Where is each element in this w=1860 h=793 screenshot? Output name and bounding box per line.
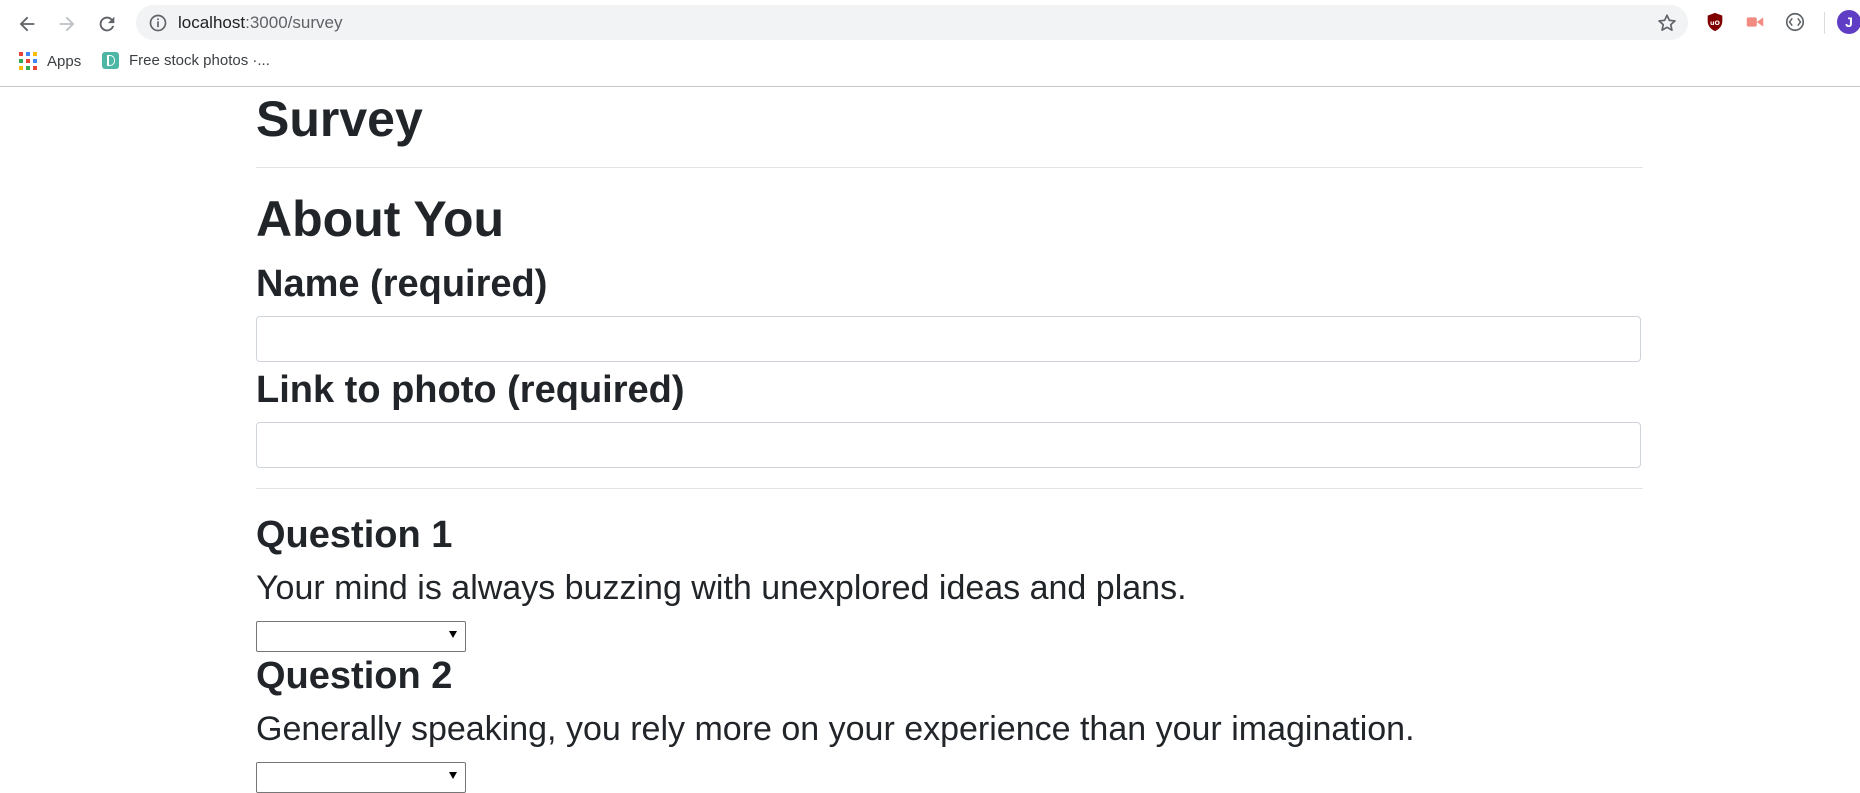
bookmark-label: Free stock photos ·... (129, 52, 270, 69)
arrow-right-icon (59, 16, 75, 32)
info-icon[interactable] (148, 13, 168, 33)
question-1-heading: Question 1 (256, 514, 453, 556)
browser-toolbar: localhost:3000/survey uO J Apps Free sto… (0, 0, 1860, 87)
video-extension-icon[interactable] (1743, 10, 1767, 34)
bookmark-free-stock-photos[interactable]: Free stock photos ·... (102, 52, 270, 69)
arrow-left-icon (19, 16, 35, 32)
question-2-select[interactable] (256, 762, 466, 793)
apps-grid-icon (19, 52, 37, 70)
name-input[interactable] (256, 316, 1641, 362)
question-1-text: Your mind is always buzzing with unexplo… (256, 569, 1187, 607)
name-label: Name (required) (256, 263, 548, 305)
site-favicon-icon (102, 52, 119, 69)
photo-link-input[interactable] (256, 422, 1641, 468)
section-title: About You (256, 191, 505, 247)
photo-link-label: Link to photo (required) (256, 369, 685, 411)
reload-icon (99, 16, 115, 32)
section-divider (256, 488, 1643, 489)
question-1-select[interactable] (256, 621, 466, 652)
page-title: Survey (256, 91, 423, 147)
ublock-icon[interactable]: uO (1703, 10, 1727, 34)
star-icon[interactable] (1656, 12, 1678, 34)
title-divider (256, 167, 1643, 168)
url-path: :3000/survey (245, 13, 343, 32)
url-host: localhost (178, 13, 246, 32)
forward-button[interactable] (51, 8, 83, 40)
svg-text:uO: uO (1710, 19, 1721, 27)
dropdown-arrow-icon (449, 631, 457, 638)
url-text: localhost:3000/survey (178, 13, 342, 33)
bookmark-label: Apps (47, 52, 82, 70)
profile-avatar[interactable]: J (1837, 10, 1860, 34)
dropdown-arrow-icon (449, 772, 457, 779)
address-bar[interactable]: localhost:3000/survey (136, 5, 1688, 40)
bookmarks-bar: Apps Free stock photos ·... (0, 48, 1860, 78)
question-2-text: Generally speaking, you rely more on you… (256, 710, 1415, 748)
bookmark-apps[interactable]: Apps (19, 52, 81, 70)
reload-button[interactable] (91, 8, 123, 40)
code-extension-icon[interactable] (1783, 10, 1807, 34)
question-2-heading: Question 2 (256, 655, 453, 697)
toolbar-divider (1824, 12, 1825, 34)
back-button[interactable] (11, 8, 43, 40)
